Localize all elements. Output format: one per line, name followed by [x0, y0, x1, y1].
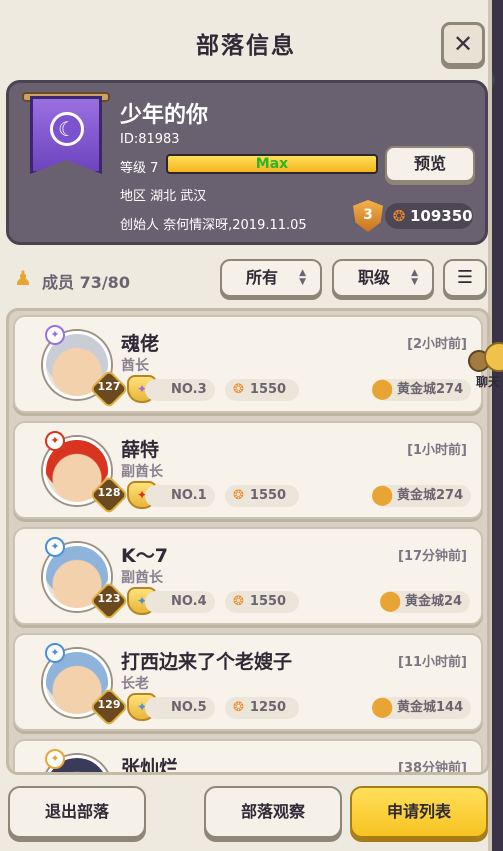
member-power: 1250: [249, 700, 287, 715]
tribe-power-value: 109350: [410, 207, 473, 225]
tribe-name: 少年的你: [120, 103, 209, 128]
member-role: 副酋长: [121, 570, 163, 586]
class-icon: ✦: [45, 537, 65, 557]
member-last-online: [11小时前]: [398, 655, 467, 670]
application-list-button[interactable]: 申请列表: [350, 786, 488, 838]
tribe-id: ID:81983: [120, 132, 180, 147]
flame-icon: ❂: [392, 207, 406, 225]
location-pin-icon: ⬤: [379, 588, 402, 612]
member-row[interactable]: ✦ 129 打西边来了个老嫂子 长老 [11小时前] ✦ NO.5 ❂ 1250 黄金城144 ⬤: [13, 633, 483, 731]
class-icon: ✦: [45, 643, 65, 663]
member-row[interactable]: ✦ 123 K～7 副酋长 [17分钟前] ✦ NO.4 ❂ 1550 黄金城24 ⬤: [13, 527, 483, 625]
member-rank-number: NO.5: [171, 700, 207, 715]
page-title: 部落信息: [196, 33, 296, 59]
preview-button[interactable]: 预览: [385, 146, 475, 182]
member-power: 1550: [249, 594, 287, 609]
flame-icon: ❂: [233, 594, 244, 609]
filter-all-dropdown[interactable]: 所有 ▲ ▼: [220, 259, 322, 297]
member-power: 1550: [249, 382, 287, 397]
member-level: 127: [97, 380, 121, 393]
member-power-pill: ❂ 1550: [225, 591, 299, 613]
member-location: 黄金城274: [397, 488, 464, 503]
member-row[interactable]: ✦ 128 薛特 副酋长 [1小时前] ✦ NO.1 ❂ 1550 黄金城274 ⬤: [13, 421, 483, 519]
class-icon: ✦: [45, 431, 65, 451]
member-level: 128: [97, 486, 121, 499]
location-pin-icon: ⬤: [371, 694, 394, 718]
member-role: 长老: [121, 676, 149, 692]
member-level: 129: [97, 698, 121, 711]
member-location: 黄金城274: [397, 382, 464, 397]
member-rank-pill: NO.3: [145, 379, 215, 401]
member-level: 123: [97, 592, 121, 605]
observe-tribe-button[interactable]: 部落观察: [204, 786, 342, 838]
member-power-pill: ❂ 1250: [225, 697, 299, 719]
leave-tribe-button[interactable]: 退出部落: [8, 786, 146, 838]
member-row[interactable]: ✦ 127 魂佬 酋长 [2小时前] ✦ NO.3 ❂ 1550 黄金城274 ⬤: [13, 315, 483, 413]
chat-button[interactable]: 聊天: [468, 342, 503, 390]
member-name: 魂佬: [121, 333, 160, 355]
level-progress-bar: Max: [166, 154, 378, 174]
member-last-online: [2小时前]: [407, 337, 467, 352]
member-list[interactable]: ✦ 127 魂佬 酋长 [2小时前] ✦ NO.3 ❂ 1550 黄金城274 ⬤ ✦ 128 薛特 副酋长…: [6, 308, 490, 775]
member-rank-pill: NO.5: [145, 697, 215, 719]
close-button[interactable]: ✕: [441, 22, 485, 66]
level-max-label: Max: [255, 156, 289, 172]
member-power-pill: ❂ 1550: [225, 485, 299, 507]
member-rank-number: NO.3: [171, 382, 207, 397]
class-icon: ✦: [45, 749, 65, 769]
member-power-pill: ❂ 1550: [225, 379, 299, 401]
member-name: 薛特: [121, 439, 160, 461]
member-role: 酋长: [121, 358, 149, 374]
member-rank-pill: NO.4: [145, 591, 215, 613]
sort-arrows-icon: ▲ ▼: [411, 268, 418, 287]
member-name: K～7: [121, 545, 168, 567]
moon-emblem-icon: ☾: [50, 112, 84, 146]
member-role: 副酋长: [121, 464, 163, 480]
member-icon: ♟: [14, 266, 32, 290]
member-rank-pill: NO.1: [145, 485, 215, 507]
filter-all-label: 所有: [246, 268, 279, 287]
member-last-online: [38分钟前]: [398, 761, 467, 775]
sort-button[interactable]: ☰: [443, 259, 487, 297]
sort-arrows-icon: ▲ ▼: [299, 268, 306, 287]
member-name: 打西边来了个老嫂子: [121, 651, 293, 673]
tribe-founder: 创始人 奈何情深呀,2019.11.05: [120, 218, 307, 233]
member-rank-number: NO.4: [171, 594, 207, 609]
flame-icon: ❂: [233, 700, 244, 715]
member-last-online: [17分钟前]: [398, 549, 467, 564]
members-count: 成员 73/80: [42, 273, 130, 292]
member-name: 张灿烂: [121, 757, 179, 775]
member-row[interactable]: ✦ 张灿烂 [38分钟前]: [13, 739, 483, 775]
tribe-level: 等级 7: [120, 161, 159, 176]
member-rank-number: NO.1: [171, 488, 207, 503]
chat-label: 聊天: [476, 375, 501, 389]
class-icon: ✦: [45, 325, 65, 345]
member-power: 1550: [249, 488, 287, 503]
location-pin-icon: ⬤: [371, 482, 394, 506]
filter-role-label: 职级: [358, 268, 391, 287]
filter-role-dropdown[interactable]: 职级 ▲ ▼: [332, 259, 434, 297]
location-pin-icon: ⬤: [371, 376, 394, 400]
member-location: 黄金城24: [405, 594, 463, 609]
member-last-online: [1小时前]: [407, 443, 467, 458]
flame-icon: ❂: [233, 488, 244, 503]
tribe-region: 地区 湖北 武汉: [120, 189, 207, 204]
member-location: 黄金城144: [397, 700, 464, 715]
flame-icon: ❂: [233, 382, 244, 397]
